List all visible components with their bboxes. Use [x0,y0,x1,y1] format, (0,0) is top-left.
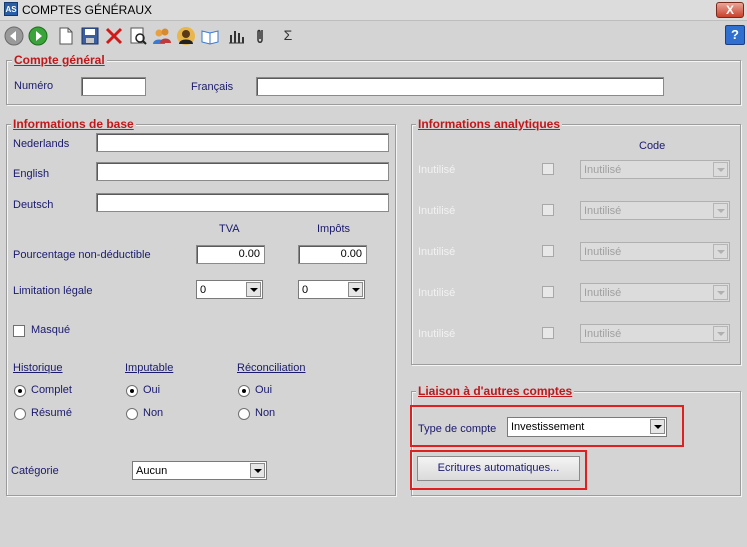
english-label: English [13,168,50,180]
tva-header: TVA [219,223,240,235]
pourcentage-label: Pourcentage non-déductible [13,249,151,261]
imputable-non-radio[interactable] [126,408,138,420]
analytique-label: Inutilisé [418,328,456,340]
analytique-label: Inutilisé [418,205,456,217]
analytique-label: Inutilisé [418,287,456,299]
nederlands-label: Nederlands [13,138,70,150]
numero-field[interactable] [81,77,146,96]
limitation-impots-select[interactable]: 0 [298,280,365,299]
analytique-checkbox[interactable] [542,286,554,298]
impots-header: Impôts [317,223,351,235]
chevron-down-icon[interactable] [650,419,665,434]
analytique-select[interactable]: Inutilisé [580,324,730,343]
compte-general-legend: Compte général [12,53,107,67]
save-icon[interactable] [80,26,100,46]
francais-label: Français [191,81,234,93]
english-field[interactable] [96,162,389,181]
imputable-non-label: Non [143,407,164,419]
info-analytiques-legend: Informations analytiques [416,117,563,131]
analytique-select[interactable]: Inutilisé [580,201,730,220]
nederlands-field[interactable] [96,133,389,152]
reconciliation-oui-label: Oui [255,384,273,396]
masque-label: Masqué [31,324,71,336]
analytique-checkbox[interactable] [542,327,554,339]
analytique-select[interactable]: Inutilisé [580,283,730,302]
chevron-down-icon[interactable] [246,282,261,297]
categorie-label: Catégorie [11,465,59,477]
analytique-checkbox[interactable] [542,245,554,257]
back-icon[interactable] [4,26,24,46]
deutsch-label: Deutsch [13,199,54,211]
chevron-down-icon[interactable] [713,285,728,300]
app-icon: AS [4,2,18,16]
chevron-down-icon[interactable] [713,326,728,341]
pourcentage-tva-field[interactable]: 0.00 [196,245,265,264]
chevron-down-icon[interactable] [713,203,728,218]
reconciliation-label: Réconciliation [237,362,306,374]
chevron-down-icon[interactable] [713,244,728,259]
historique-complet-radio[interactable] [14,385,26,397]
reconciliation-non-label: Non [255,407,276,419]
historique-label: Historique [13,362,63,374]
reconciliation-oui-radio[interactable] [238,385,250,397]
new-document-icon[interactable] [56,26,76,46]
code-header: Code [639,140,666,152]
forward-icon[interactable] [28,26,48,46]
liaison-legend: Liaison à d'autres comptes [416,384,575,398]
masque-checkbox[interactable] [13,325,25,337]
print-preview-icon[interactable] [128,26,148,46]
chevron-down-icon[interactable] [348,282,363,297]
analytique-select[interactable]: Inutilisé [580,160,730,179]
numero-label: Numéro [14,80,54,92]
reconciliation-non-radio[interactable] [238,408,250,420]
historique-complet-label: Complet [31,384,72,396]
imputable-oui-radio[interactable] [126,385,138,397]
users-icon[interactable] [152,26,172,46]
help-button[interactable]: ? [725,25,745,45]
toolbar: Σ [0,24,747,50]
analytique-select[interactable]: Inutilisé [580,242,730,261]
delete-icon[interactable] [104,26,124,46]
analytique-checkbox[interactable] [542,204,554,216]
window-title: COMPTES GÉNÉRAUX [22,3,153,17]
deutsch-field[interactable] [96,193,389,212]
close-button[interactable]: X [716,2,744,18]
pourcentage-impots-field[interactable]: 0.00 [298,245,367,264]
imputable-oui-label: Oui [143,384,161,396]
limitation-label: Limitation légale [13,285,93,297]
chevron-down-icon[interactable] [713,162,728,177]
sigma-icon[interactable]: Σ [278,27,298,47]
chevron-down-icon[interactable] [250,463,265,478]
info-base-legend: Informations de base [11,117,136,131]
francais-field[interactable] [256,77,664,96]
ecritures-automatiques-button[interactable]: Ecritures automatiques... [417,456,580,481]
attachment-icon[interactable] [250,26,270,46]
analytique-checkbox[interactable] [542,163,554,175]
analytique-label: Inutilisé [418,164,456,176]
historique-resume-label: Résumé [31,407,72,419]
historique-resume-radio[interactable] [14,408,26,420]
categorie-select[interactable]: Aucun [132,461,267,480]
type-compte-select[interactable]: Investissement [507,417,667,437]
limitation-tva-select[interactable]: 0 [196,280,263,299]
analytique-label: Inutilisé [418,246,456,258]
book-icon[interactable] [200,26,220,46]
imputable-label: Imputable [125,362,174,374]
bar-chart-icon[interactable] [226,26,246,46]
type-compte-label: Type de compte [418,423,497,435]
user-icon[interactable] [176,26,196,46]
